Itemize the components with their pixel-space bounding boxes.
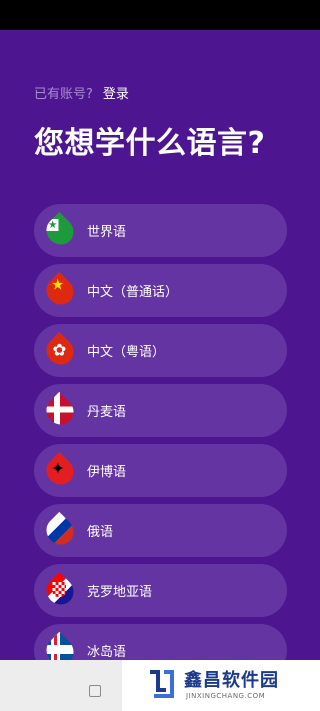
denmark-flag-icon	[40, 391, 80, 430]
russia-flag-icon	[40, 511, 80, 550]
language-label: 伊博语	[87, 465, 127, 480]
watermark-title: 鑫昌软件园	[184, 670, 279, 691]
recents-icon[interactable]	[89, 685, 101, 697]
status-bar	[0, 0, 320, 30]
have-account-text: 已有账号?	[34, 87, 93, 102]
language-item-cantonese[interactable]: ✿ 中文（粤语）	[34, 324, 287, 377]
watermark-subtitle: JINXINGCHANG.COM	[186, 692, 266, 700]
croatia-flag-icon	[40, 571, 80, 610]
hong-kong-flag-icon: ✿	[40, 331, 80, 370]
language-label: 俄语	[87, 525, 114, 540]
navigation-bar: 鑫昌软件园 JINXINGCHANG.COM	[0, 660, 320, 711]
language-item-icelandic[interactable]: 冰岛语	[34, 624, 287, 660]
language-item-mandarin[interactable]: ★ 中文（普通话）	[34, 264, 287, 317]
language-label: 中文（粤语）	[87, 345, 166, 360]
china-flag-icon: ★	[40, 271, 80, 310]
language-item-russian[interactable]: 俄语	[34, 504, 287, 557]
language-item-igbo[interactable]: ✦ 伊博语	[34, 444, 287, 497]
language-select-screen: 已有账号? 登录 您想学什么语言? ★ 世界语 ★ 中文（普通话） ✿ 中文（粤语…	[0, 30, 320, 660]
language-label: 中文（普通话）	[87, 285, 179, 300]
language-label: 克罗地亚语	[87, 585, 153, 600]
language-item-croatian[interactable]: 克罗地亚语	[34, 564, 287, 617]
iceland-flag-icon	[40, 631, 80, 660]
language-label: 冰岛语	[87, 645, 127, 660]
page-title: 您想学什么语言?	[34, 126, 266, 161]
login-row: 已有账号? 登录	[34, 83, 129, 102]
watermark-logo-icon	[150, 670, 174, 698]
language-list: ★ 世界语 ★ 中文（普通话） ✿ 中文（粤语） 丹麦语 ✦ 伊博语 俄语 克罗…	[34, 204, 287, 660]
language-item-danish[interactable]: 丹麦语	[34, 384, 287, 437]
watermark-logo: 鑫昌软件园 JINXINGCHANG.COM	[122, 660, 320, 711]
esperanto-flag-icon: ★	[40, 211, 80, 250]
language-label: 世界语	[87, 225, 127, 240]
igbo-flag-icon: ✦	[40, 451, 80, 490]
language-label: 丹麦语	[87, 405, 127, 420]
login-link[interactable]: 登录	[103, 87, 129, 102]
language-item-esperanto[interactable]: ★ 世界语	[34, 204, 287, 257]
